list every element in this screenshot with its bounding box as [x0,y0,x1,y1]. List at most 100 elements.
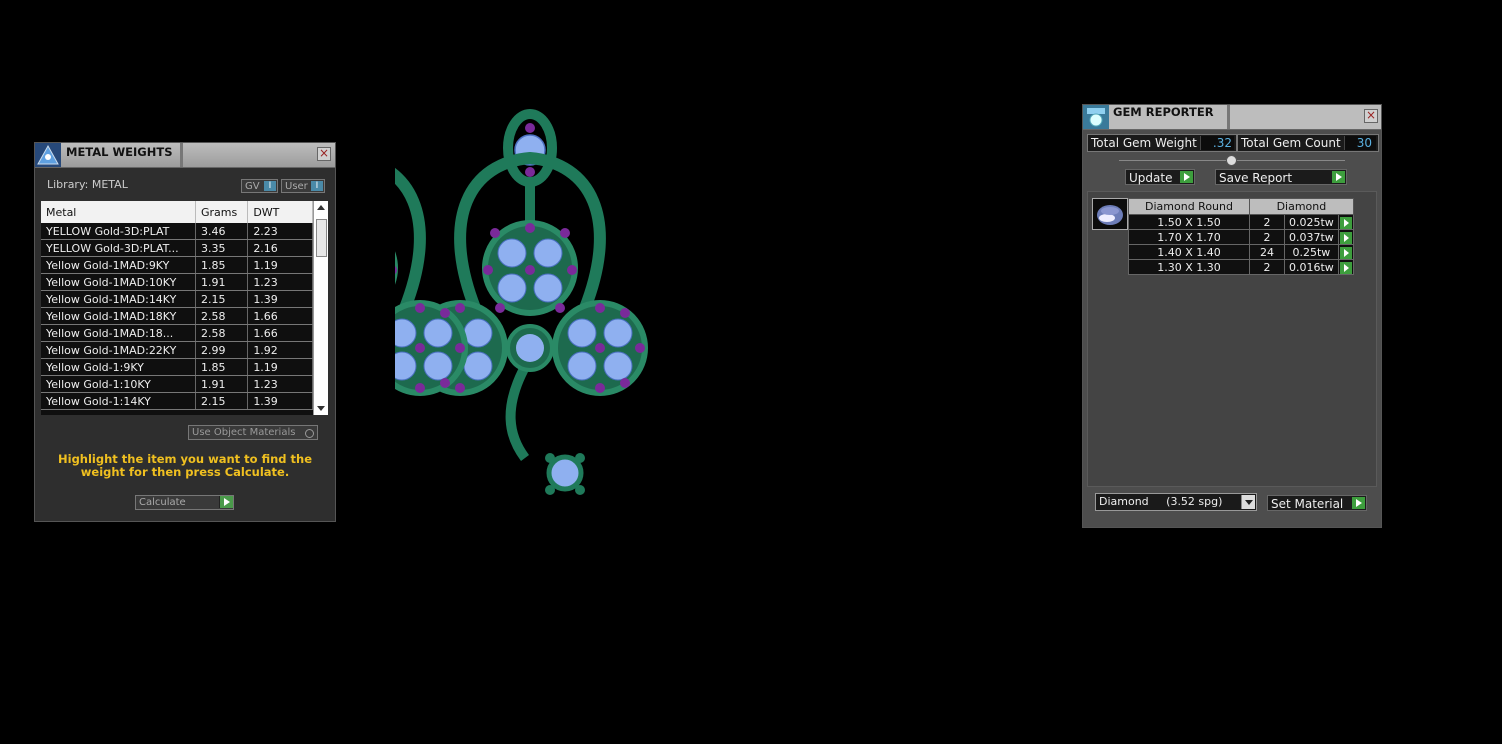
scrollbar-thumb[interactable] [316,219,327,257]
gem-row-go-button[interactable] [1337,259,1354,275]
grams-cell: 1.91 [195,375,249,393]
table-row[interactable]: Yellow Gold-1MAD:22KY 2.99 1.92 [41,341,313,359]
table-row[interactable]: Yellow Gold-1MAD:18... 2.58 1.66 [41,324,313,342]
calculate-button[interactable]: Calculate [135,495,234,510]
total-gem-count-value: 30 [1344,136,1376,150]
metal-table-scrollbar[interactable] [313,201,328,415]
scroll-down-arrow-icon[interactable] [317,406,325,411]
update-button[interactable]: Update [1125,169,1195,185]
dwt-cell: 1.39 [247,290,313,308]
gem-weight-cell: 0.016tw [1284,259,1339,275]
column-header-metal[interactable]: Metal [41,201,196,223]
table-row[interactable]: 1.40 X 1.40 24 0.25tw [1128,244,1354,260]
gem-table: Diamond Round Diamond 1.50 X 1.50 2 0.025t… [1128,198,1354,275]
user-info-icon: I [311,181,323,191]
dwt-cell: 2.16 [247,239,313,257]
table-row[interactable]: Yellow Gold-1MAD:10KY 1.91 1.23 [41,273,313,291]
gem-reporter-close-button[interactable]: × [1364,109,1378,123]
metal-weights-panel: METAL WEIGHTS × Library: METAL GV I User… [34,142,336,522]
instruction-text: Highlight the item you want to find the … [58,452,312,479]
table-row[interactable]: Yellow Gold-1:9KY 1.85 1.19 [41,358,313,376]
scroll-up-arrow-icon[interactable] [317,205,325,210]
grams-cell: 1.91 [195,273,249,291]
set-material-go-icon [1352,497,1365,509]
gem-list-area: Diamond Round Diamond 1.50 X 1.50 2 0.025t… [1087,191,1377,487]
gem-reporter-panel: GEM REPORTER × Total Gem Weight .32 Tota… [1082,104,1382,528]
diamond-round-thumbnail[interactable] [1092,198,1128,230]
title-tab-divider [180,143,183,167]
metal-name-cell: YELLOW Gold-3D:PLAT [41,223,196,240]
metal-table: Metal Grams DWT YELLOW Gold-3D:PLAT 3.46 2… [41,201,313,410]
user-button[interactable]: User I [281,179,325,193]
metal-name-cell: Yellow Gold-1MAD:18... [41,324,196,342]
gem-size-cell: 1.30 X 1.30 [1128,259,1250,275]
user-button-label: User [285,181,308,192]
split-slider[interactable] [1119,155,1345,166]
metal-weights-close-button[interactable]: × [317,147,331,161]
save-report-button[interactable]: Save Report [1215,169,1347,185]
metal-name-cell: Yellow Gold-1MAD:9KY [41,256,196,274]
set-material-button[interactable]: Set Material [1267,495,1367,511]
gem-reporter-titlebar[interactable]: GEM REPORTER × [1083,105,1381,130]
gv-button-label: GV [245,181,260,192]
table-row[interactable]: 1.30 X 1.30 2 0.016tw [1128,259,1354,275]
grams-cell: 2.58 [195,307,249,325]
grams-cell: 2.15 [195,392,249,410]
gem-size-cell: 1.50 X 1.50 [1128,214,1250,230]
viewport-canvas[interactable] [395,108,995,528]
total-gem-weight-label: Total Gem Weight [1091,136,1197,150]
grams-cell: 2.58 [195,324,249,342]
dwt-cell: 1.92 [247,341,313,359]
gem-row-go-button[interactable] [1337,244,1354,260]
column-header-dwt[interactable]: DWT [247,201,313,223]
gv-button[interactable]: GV I [241,179,278,193]
use-object-materials-toggle[interactable]: Use Object Materials [188,425,318,440]
arrow-right-icon [1339,231,1352,244]
table-row[interactable]: YELLOW Gold-3D:PLAT 3.46 2.23 [41,223,313,240]
metal-name-cell: Yellow Gold-1MAD:10KY [41,273,196,291]
gem-row-go-button[interactable] [1337,229,1354,245]
update-button-label: Update [1129,171,1173,185]
total-gem-count-label: Total Gem Count [1241,136,1341,150]
material-select-value: Diamond (3.52 spg) [1099,495,1223,508]
earring-left [415,114,645,495]
calculate-go-icon [219,496,233,508]
use-object-materials-label: Use Object Materials [192,427,296,438]
metal-name-cell: Yellow Gold-1MAD:22KY [41,341,196,359]
gem-size-cell: 1.40 X 1.40 [1128,244,1250,260]
table-row[interactable]: YELLOW Gold-3D:PLAT... 3.35 2.16 [41,239,313,257]
dwt-cell: 1.66 [247,307,313,325]
gem-reporter-logo-icon [1083,105,1109,129]
gem-reporter-title: GEM REPORTER [1113,105,1214,119]
total-gem-weight-value: .32 [1200,136,1234,150]
gem-count-cell: 2 [1249,259,1285,275]
arrow-right-icon [1339,261,1352,274]
metal-name-cell: Yellow Gold-1:14KY [41,392,196,410]
set-material-button-label: Set Material [1271,497,1344,511]
gem-count-cell: 2 [1249,214,1285,230]
update-go-icon [1180,171,1193,183]
chevron-down-icon[interactable] [1241,495,1255,509]
table-row[interactable]: 1.70 X 1.70 2 0.037tw [1128,229,1354,245]
table-row[interactable]: Yellow Gold-1MAD:9KY 1.85 1.19 [41,256,313,274]
grams-cell: 3.46 [195,223,249,240]
gem-count-cell: 24 [1249,244,1285,260]
gem-weight-cell: 0.037tw [1284,229,1339,245]
arrow-right-icon [1339,216,1352,229]
dwt-cell: 1.23 [247,273,313,291]
table-row[interactable]: Yellow Gold-1MAD:14KY 2.15 1.39 [41,290,313,308]
table-row[interactable]: Yellow Gold-1:14KY 2.15 1.39 [41,392,313,410]
table-row[interactable]: Yellow Gold-1MAD:18KY 2.58 1.66 [41,307,313,325]
metal-weights-titlebar[interactable]: METAL WEIGHTS × [35,143,335,168]
metal-name-cell: Yellow Gold-1MAD:18KY [41,307,196,325]
save-report-button-label: Save Report [1219,171,1293,185]
dwt-cell: 1.19 [247,256,313,274]
table-row[interactable]: Yellow Gold-1:10KY 1.91 1.23 [41,375,313,393]
gem-row-go-button[interactable] [1337,214,1354,230]
slider-knob-icon[interactable] [1226,155,1237,166]
gem-shape-header: Diamond Round [1128,198,1250,215]
column-header-grams[interactable]: Grams [195,201,249,223]
metal-weights-logo-icon [35,143,61,167]
material-select[interactable]: Diamond (3.52 spg) [1095,493,1257,511]
table-row[interactable]: 1.50 X 1.50 2 0.025tw [1128,214,1354,230]
